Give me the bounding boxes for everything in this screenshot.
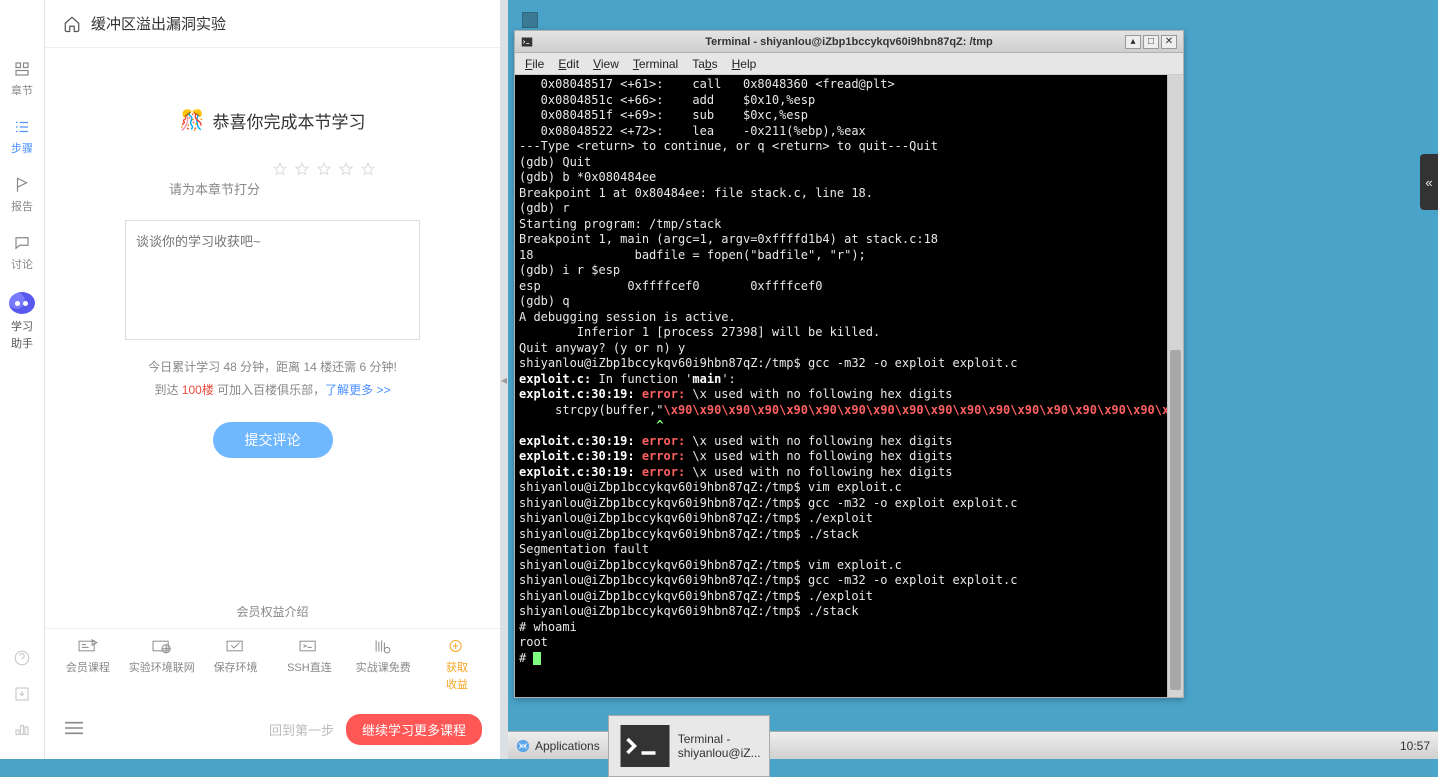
club-info: 到达 100楼 可加入百楼俱乐部，了解更多 >> — [154, 381, 390, 398]
menubar: File Edit View Terminal Tabs Help — [515, 53, 1183, 75]
stars[interactable] — [272, 161, 376, 177]
desktop-shortcut[interactable] — [522, 12, 538, 28]
menu-terminal[interactable]: Terminal — [633, 57, 678, 71]
tool-ssh[interactable]: SSH直连 — [274, 637, 344, 692]
maximize-button[interactable]: □ — [1143, 35, 1159, 49]
splitter[interactable]: ◂ — [500, 0, 508, 759]
stats-icon[interactable] — [13, 721, 31, 739]
titlebar[interactable]: Terminal - shiyanlou@iZbp1bccykqv60i9hbn… — [515, 31, 1183, 53]
chevron-left-icon: ◂ — [501, 374, 507, 386]
congrats-text: 恭喜你完成本节学习 — [212, 108, 365, 133]
study-stats: 今日累计学习 48 分钟，距离 14 楼还需 6 分钟! — [148, 358, 397, 375]
left-nav: 章节 步骤 报告 讨论 学习 助手 — [0, 0, 45, 759]
chevron-left-icon: « — [1425, 175, 1432, 190]
page-title: 缓冲区溢出漏洞实验 — [91, 13, 226, 34]
terminal-icon — [521, 36, 533, 48]
rating-label: 请为本章节打分 — [169, 179, 260, 198]
nav-bottom — [13, 649, 31, 739]
party-icon: 🎊 — [180, 108, 205, 133]
star-icon[interactable] — [272, 161, 288, 177]
nav-discuss[interactable]: 讨论 — [11, 234, 33, 272]
tool-free-course[interactable]: 实战课免费 — [348, 637, 418, 692]
prev-button[interactable]: 回到第一步 — [269, 720, 334, 739]
list-icon[interactable] — [63, 720, 85, 739]
tool-env-network[interactable]: 实验环境联网 — [127, 637, 197, 692]
assistant-icon — [9, 292, 35, 314]
next-button[interactable]: 继续学习更多课程 — [346, 714, 482, 745]
download-icon[interactable] — [13, 685, 31, 703]
close-button[interactable]: ✕ — [1161, 35, 1177, 49]
toolbar: 会员课程 实验环境联网 保存环境 SSH直连 实战课免费 获取收益 — [45, 628, 500, 706]
desktop: Terminal - shiyanlou@iZbp1bccykqv60i9hbn… — [508, 0, 1438, 759]
star-icon[interactable] — [294, 161, 310, 177]
nav-steps[interactable]: 步骤 — [11, 118, 33, 156]
lesson-panel: 缓冲区溢出漏洞实验 🎊 恭喜你完成本节学习 请为本章节打分 今日累计学习 48 … — [45, 0, 500, 759]
scrollbar-thumb[interactable] — [1170, 350, 1181, 690]
home-icon[interactable] — [63, 15, 81, 33]
learn-more-link[interactable]: 了解更多 >> — [325, 383, 390, 397]
star-icon[interactable] — [338, 161, 354, 177]
menu-tabs[interactable]: Tabs — [692, 57, 717, 71]
menu-help[interactable]: Help — [732, 57, 757, 71]
star-icon[interactable] — [316, 161, 332, 177]
terminal-window: Terminal - shiyanlou@iZbp1bccykqv60i9hbn… — [514, 30, 1184, 698]
menu-edit[interactable]: Edit — [558, 57, 579, 71]
drawer-toggle[interactable]: « — [1420, 154, 1438, 210]
menu-file[interactable]: File — [525, 57, 544, 71]
nav-chapters[interactable]: 章节 — [11, 60, 33, 98]
taskbar-clock: 10:57 — [1400, 739, 1430, 753]
window-title: Terminal - shiyanlou@iZbp1bccykqv60i9hbn… — [515, 36, 1183, 48]
terminal-output[interactable]: 0x08048517 <+61>: call 0x8048360 <fread@… — [515, 75, 1167, 697]
feedback-textarea[interactable] — [125, 220, 420, 340]
panel-header: 缓冲区溢出漏洞实验 — [45, 0, 500, 48]
star-icon[interactable] — [360, 161, 376, 177]
tool-save-env[interactable]: 保存环境 — [201, 637, 271, 692]
rating: 请为本章节打分 — [169, 139, 376, 198]
congrats-row: 🎊 恭喜你完成本节学习 — [180, 108, 366, 133]
benefits-title: 会员权益介绍 — [45, 595, 500, 628]
nav-assistant[interactable]: 学习 助手 — [9, 292, 35, 351]
taskbar: Applications Terminal - shiyanlou@iZ... … — [508, 731, 1438, 759]
taskbar-item-terminal[interactable]: Terminal - shiyanlou@iZ... — [608, 715, 770, 777]
submit-button[interactable]: 提交评论 — [213, 422, 333, 458]
nav-report[interactable]: 报告 — [11, 176, 33, 214]
footer-bar: 回到第一步 继续学习更多课程 — [45, 706, 500, 759]
tool-earn[interactable]: 获取收益 — [422, 637, 492, 692]
minimize-button[interactable]: ▴ — [1125, 35, 1141, 49]
taskbar-applications[interactable]: Applications — [516, 739, 600, 753]
tool-member-courses[interactable]: 会员课程 — [53, 637, 123, 692]
scrollbar[interactable] — [1167, 75, 1183, 697]
menu-view[interactable]: View — [593, 57, 619, 71]
help-icon[interactable] — [13, 649, 31, 667]
panel-content: 🎊 恭喜你完成本节学习 请为本章节打分 今日累计学习 48 分钟，距离 14 楼… — [45, 48, 500, 595]
